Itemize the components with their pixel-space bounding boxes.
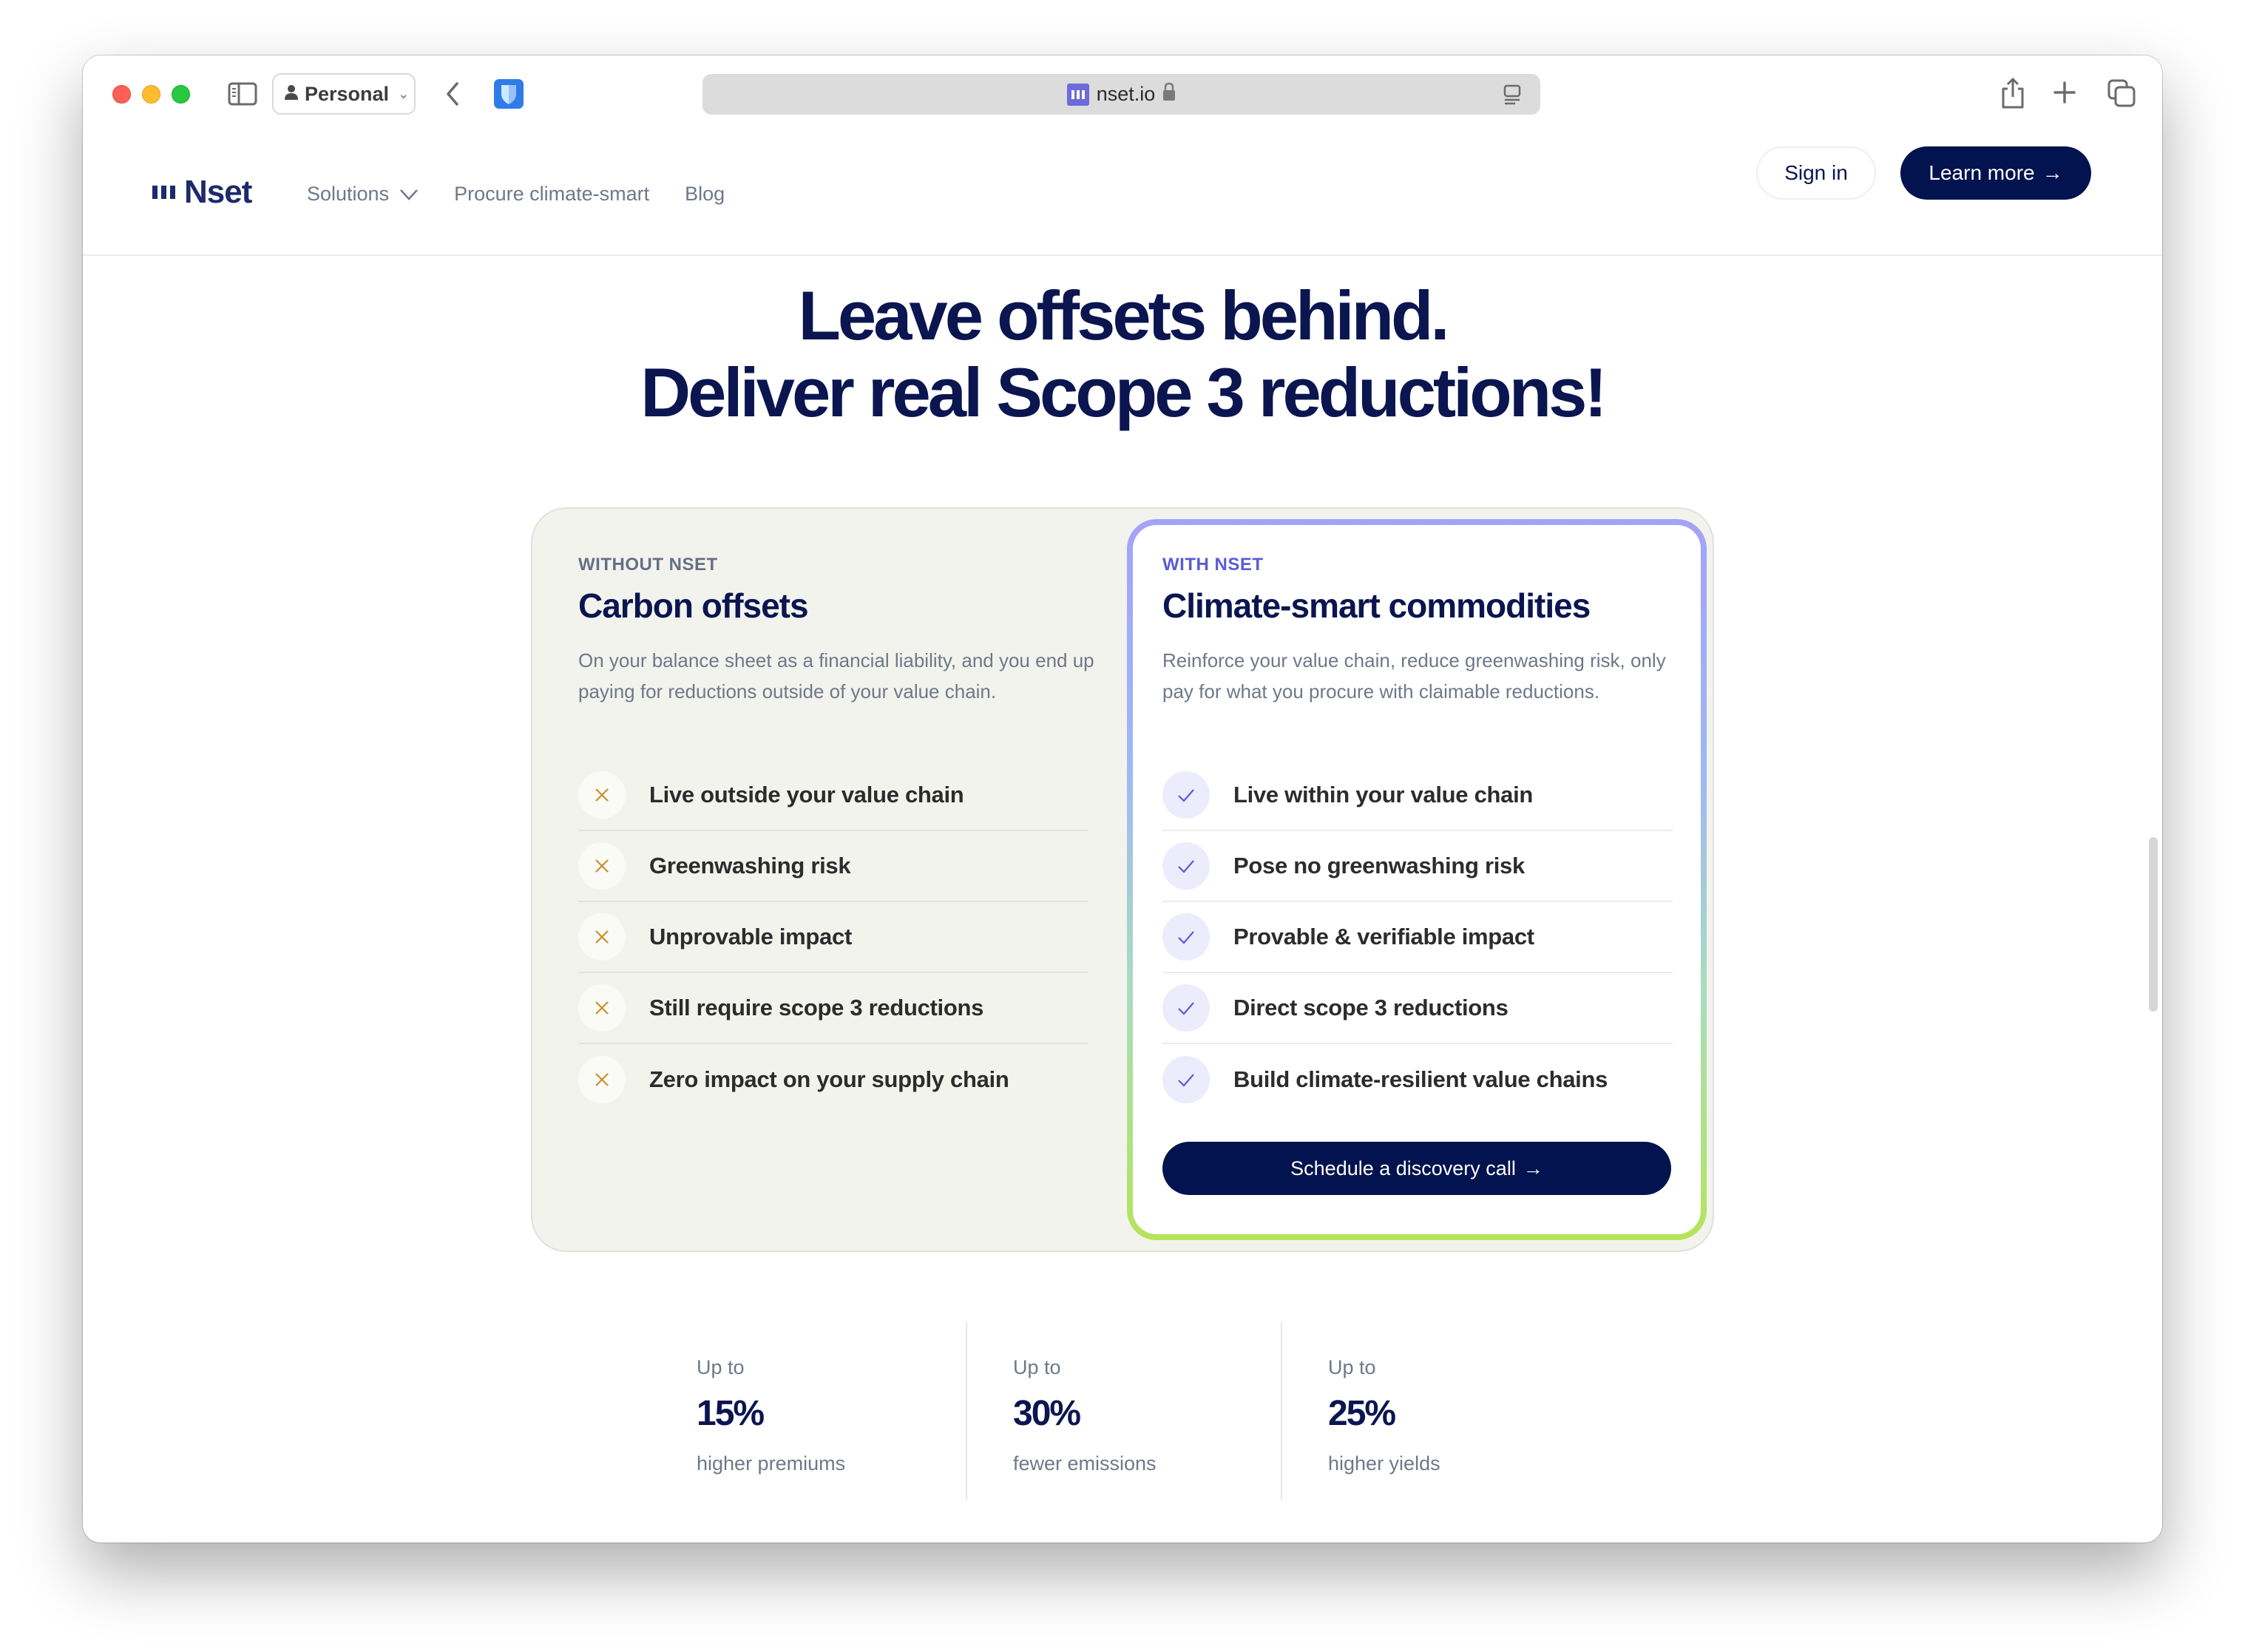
plus-icon[interactable] — [2050, 78, 2079, 107]
list-item-label: Pose no greenwashing risk — [1233, 853, 1525, 879]
hero-headline: Leave offsets behind. Deliver real Scope… — [83, 277, 2162, 431]
list-item-label: Still require scope 3 reductions — [649, 995, 984, 1020]
list-item-label: Zero impact on your supply chain — [649, 1066, 1009, 1092]
nset-logo[interactable]: Nset — [152, 174, 252, 211]
stat-caption: fewer emissions — [1013, 1452, 1157, 1475]
list-item: Live outside your value chain — [578, 760, 1088, 831]
person-icon — [284, 83, 299, 106]
stat-value: 15% — [697, 1394, 765, 1433]
list-item: Zero impact on your supply chain — [578, 1044, 1088, 1115]
hero-line-1: Leave offsets behind. — [798, 277, 1449, 354]
list-item: Build climate-resilient value chains — [1162, 1044, 1673, 1115]
site-header: Nset Solutions Procure climate-smart Blo… — [83, 133, 2162, 256]
stats-row: Up to 15% higher premiums Up to 30% fewe… — [651, 1322, 1627, 1500]
browser-toolbar: Personal ⌄ nset.io — [83, 55, 2162, 133]
bitwarden-shield-icon[interactable] — [494, 79, 524, 109]
nav-solutions-label: Solutions — [307, 182, 390, 205]
nav-blog[interactable]: Blog — [685, 183, 725, 206]
sidebar-toggle-icon[interactable] — [228, 82, 257, 106]
arrow-right-icon: → — [2042, 161, 2063, 184]
list-item-label: Live within your value chain — [1233, 782, 1534, 808]
without-feature-list: Live outside your value chain Greenwashi… — [578, 760, 1088, 1115]
stat-value: 30% — [1013, 1394, 1081, 1433]
list-item: Provable & verifiable impact — [1162, 902, 1673, 973]
list-item-label: Unprovable impact — [649, 924, 852, 949]
logo-text: Nset — [184, 174, 252, 210]
with-nset-column: WITH NSET Climate-smart commodities Rein… — [1127, 519, 1707, 1240]
hero-line-2: Deliver real Scope 3 reductions! — [640, 353, 1607, 431]
stat-prefix: Up to — [697, 1356, 745, 1378]
arrow-right-icon: → — [1523, 1157, 1543, 1179]
without-title: Carbon offsets — [578, 586, 809, 625]
with-feature-list: Live within your value chain Pose no gre… — [1162, 760, 1673, 1115]
learn-more-button[interactable]: Learn more → — [1900, 146, 2091, 200]
without-description: On your balance sheet as a financial lia… — [578, 649, 1094, 703]
nav-links: Solutions Procure climate-smart Blog — [307, 133, 725, 254]
logo-bars-icon — [152, 186, 175, 199]
stat-value: 25% — [1328, 1394, 1396, 1433]
with-nset-card: WITH NSET Climate-smart commodities Rein… — [1133, 525, 1701, 1234]
stat-caption: higher premiums — [697, 1452, 846, 1475]
profile-label: Personal — [305, 82, 390, 105]
tab-overview-icon[interactable] — [2106, 78, 2137, 109]
list-item: Still require scope 3 reductions — [578, 973, 1088, 1044]
browser-window: Personal ⌄ nset.io Nset Solutions Procur… — [83, 55, 2162, 1543]
stat-item: Up to 15% higher premiums — [651, 1322, 966, 1500]
profile-switcher[interactable]: Personal ⌄ — [272, 73, 416, 115]
learn-more-label: Learn more — [1929, 161, 2035, 184]
list-item-label: Build climate-resilient value chains — [1233, 1066, 1608, 1092]
list-item: Pose no greenwashing risk — [1162, 831, 1673, 902]
stat-item: Up to 25% higher yields — [1281, 1322, 1596, 1500]
stat-item: Up to 30% fewer emissions — [966, 1322, 1281, 1500]
check-icon — [1162, 1056, 1210, 1103]
reader-mode-icon[interactable] — [1503, 84, 1521, 110]
list-item: Greenwashing risk — [578, 831, 1088, 902]
lock-icon — [1162, 82, 1176, 106]
check-icon — [1162, 842, 1210, 890]
x-icon — [578, 771, 626, 819]
x-icon — [578, 842, 626, 890]
with-title: Climate-smart commodities — [1162, 586, 1591, 625]
share-icon[interactable] — [1998, 75, 2028, 112]
sign-in-button[interactable]: Sign in — [1756, 146, 1876, 200]
stat-prefix: Up to — [1328, 1356, 1376, 1378]
with-eyebrow: WITH NSET — [1162, 555, 1264, 575]
close-window-button[interactable] — [112, 85, 131, 104]
page-scrollbar[interactable] — [2149, 837, 2158, 1012]
stat-prefix: Up to — [1013, 1356, 1061, 1378]
nav-solutions[interactable]: Solutions — [307, 183, 419, 206]
x-icon — [578, 1056, 626, 1103]
x-icon — [578, 984, 626, 1032]
with-description: Reinforce your value chain, reduce green… — [1162, 649, 1666, 703]
check-icon — [1162, 771, 1210, 819]
list-item: Direct scope 3 reductions — [1162, 973, 1673, 1044]
chevron-down-icon — [399, 183, 419, 206]
comparison-card: WITHOUT NSET Carbon offsets On your bala… — [531, 507, 1714, 1252]
minimize-window-button[interactable] — [142, 85, 160, 104]
nset-favicon — [1066, 83, 1089, 106]
chevron-down-icon: ⌄ — [398, 86, 410, 101]
stat-caption: higher yields — [1328, 1452, 1440, 1475]
list-item: Unprovable impact — [578, 902, 1088, 973]
list-item-label: Direct scope 3 reductions — [1233, 995, 1508, 1020]
sign-in-label: Sign in — [1784, 161, 1848, 184]
check-icon — [1162, 984, 1210, 1032]
schedule-discovery-call-button[interactable]: Schedule a discovery call → — [1162, 1142, 1671, 1195]
x-icon — [578, 913, 626, 961]
without-eyebrow: WITHOUT NSET — [578, 555, 718, 575]
list-item-label: Provable & verifiable impact — [1233, 924, 1534, 949]
url-text: nset.io — [1096, 83, 1156, 105]
check-icon — [1162, 913, 1210, 961]
address-bar[interactable]: nset.io — [702, 74, 1540, 115]
list-item-label: Live outside your value chain — [649, 782, 964, 808]
zoom-window-button[interactable] — [172, 85, 190, 104]
chevron-left-icon[interactable] — [441, 78, 464, 110]
list-item: Live within your value chain — [1162, 760, 1673, 831]
nav-procure-climate-smart[interactable]: Procure climate-smart — [454, 183, 649, 206]
list-item-label: Greenwashing risk — [649, 853, 851, 879]
cta-label: Schedule a discovery call — [1290, 1157, 1516, 1179]
